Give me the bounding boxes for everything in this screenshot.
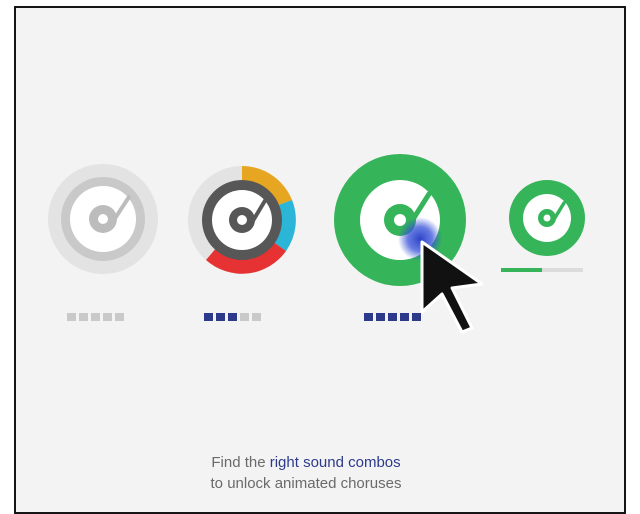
dot	[364, 313, 373, 321]
dot	[91, 313, 100, 321]
dot	[103, 313, 112, 321]
caption-line-1: Find the right sound combos	[0, 453, 612, 473]
playback-progress-fill	[501, 268, 542, 272]
dot	[79, 313, 88, 321]
vinyl-disc-icon	[509, 180, 585, 256]
caption-text: Find the	[211, 454, 270, 471]
dot	[216, 313, 225, 321]
dot	[252, 313, 261, 321]
dot	[115, 313, 124, 321]
combo-disc-playing[interactable]	[509, 180, 585, 256]
caption-line-2: to unlock animated choruses	[210, 475, 402, 492]
combo-progress-dots-2	[204, 313, 261, 321]
vinyl-disc-icon	[188, 166, 296, 274]
vinyl-disc-icon	[48, 164, 158, 274]
caption-highlight: right sound combos	[269, 454, 401, 471]
combo-disc-partial[interactable]	[186, 164, 298, 276]
combo-progress-dots-1	[67, 313, 124, 321]
dot	[228, 313, 237, 321]
playback-progress-bar	[501, 268, 583, 272]
mouse-cursor	[382, 214, 492, 349]
dot	[67, 313, 76, 321]
dot	[204, 313, 213, 321]
dot	[240, 313, 249, 321]
cursor-arrow-icon	[398, 217, 484, 334]
combo-disc-locked[interactable]	[48, 164, 158, 274]
